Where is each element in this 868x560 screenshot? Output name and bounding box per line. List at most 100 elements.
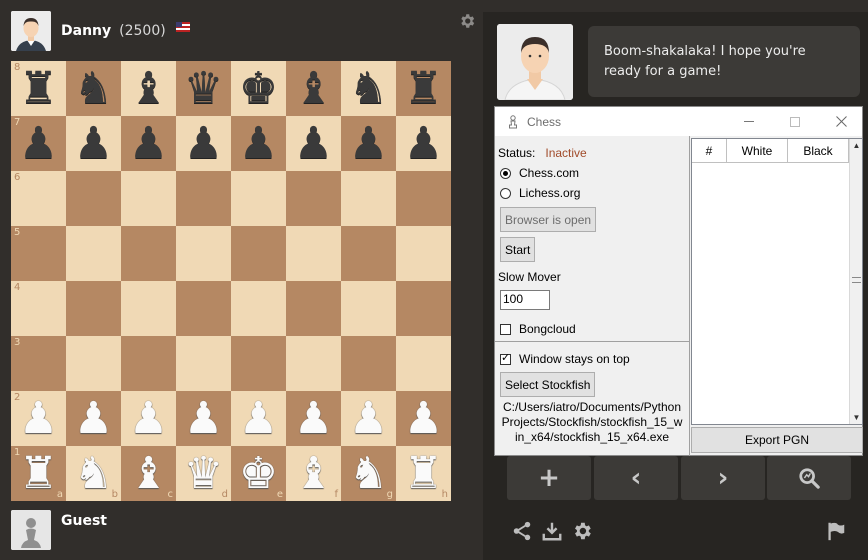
square-f5[interactable] xyxy=(286,226,341,281)
white-pawn-icon[interactable]: ♟ xyxy=(19,396,58,441)
top-player-name[interactable]: Danny xyxy=(61,23,111,39)
new-game-button[interactable]: + xyxy=(507,456,591,500)
table-scrollbar[interactable]: ▲ ▼ xyxy=(849,139,862,424)
square-d4[interactable] xyxy=(176,281,231,336)
square-c3[interactable] xyxy=(121,336,176,391)
window-titlebar[interactable]: Chess xyxy=(495,107,862,136)
square-e6[interactable] xyxy=(231,171,286,226)
square-d5[interactable] xyxy=(176,226,231,281)
square-f8[interactable]: ♝ xyxy=(286,61,341,116)
black-pawn-icon[interactable]: ♟ xyxy=(74,121,113,166)
square-h2[interactable]: ♟ xyxy=(396,391,451,446)
square-e8[interactable]: ♚ xyxy=(231,61,286,116)
square-b6[interactable] xyxy=(66,171,121,226)
square-b4[interactable] xyxy=(66,281,121,336)
black-pawn-icon[interactable]: ♟ xyxy=(349,121,388,166)
square-d7[interactable]: ♟ xyxy=(176,116,231,171)
on-top-checkbox-row[interactable]: Window stays on top xyxy=(500,351,630,366)
square-e1[interactable]: e ♚ xyxy=(231,446,286,501)
square-h3[interactable] xyxy=(396,336,451,391)
square-h4[interactable] xyxy=(396,281,451,336)
black-queen-icon[interactable]: ♛ xyxy=(184,66,223,111)
black-pawn-icon[interactable]: ♟ xyxy=(404,121,443,166)
minimize-button[interactable] xyxy=(726,107,772,136)
square-e5[interactable] xyxy=(231,226,286,281)
white-rook-icon[interactable]: ♜ xyxy=(19,451,58,496)
analysis-button[interactable] xyxy=(767,456,851,500)
white-pawn-icon[interactable]: ♟ xyxy=(129,396,168,441)
white-king-icon[interactable]: ♚ xyxy=(239,451,278,496)
white-pawn-icon[interactable]: ♟ xyxy=(74,396,113,441)
square-g8[interactable]: ♞ xyxy=(341,61,396,116)
column-header-number[interactable]: # xyxy=(692,139,727,163)
square-e7[interactable]: ♟ xyxy=(231,116,286,171)
column-header-black[interactable]: Black xyxy=(788,139,849,163)
square-g1[interactable]: g ♞ xyxy=(341,446,396,501)
square-h5[interactable] xyxy=(396,226,451,281)
bottom-player-avatar[interactable] xyxy=(11,510,51,550)
black-bishop-icon[interactable]: ♝ xyxy=(294,66,333,111)
square-h1[interactable]: h ♜ xyxy=(396,446,451,501)
scroll-grip-icon[interactable] xyxy=(852,277,861,283)
black-pawn-icon[interactable]: ♟ xyxy=(19,121,58,166)
moves-table[interactable]: # White Black ▲ ▼ xyxy=(691,138,863,425)
square-c6[interactable] xyxy=(121,171,176,226)
square-c4[interactable] xyxy=(121,281,176,336)
square-e4[interactable] xyxy=(231,281,286,336)
square-h8[interactable]: ♜ xyxy=(396,61,451,116)
black-rook-icon[interactable]: ♜ xyxy=(19,66,58,111)
square-a3[interactable]: 3 xyxy=(11,336,66,391)
chess-board[interactable]: 8 ♜ ♞ ♝ ♛ ♚ ♝ ♞ ♜ 7 ♟ ♟ ♟ ♟ ♟ ♟ ♟ ♟ 6 5 4 3 2 ♟ ♟ ♟ ♟ ♟ ♟ ♟ ♟ 1 a ♜ b ♞ c ♝ d ♛… xyxy=(11,61,451,501)
square-a1[interactable]: 1 a ♜ xyxy=(11,446,66,501)
white-pawn-icon[interactable]: ♟ xyxy=(239,396,278,441)
square-f3[interactable] xyxy=(286,336,341,391)
resign-flag-icon[interactable] xyxy=(825,520,847,542)
black-pawn-icon[interactable]: ♟ xyxy=(294,121,333,166)
square-f7[interactable]: ♟ xyxy=(286,116,341,171)
square-d2[interactable]: ♟ xyxy=(176,391,231,446)
scroll-down-icon[interactable]: ▼ xyxy=(852,413,861,422)
black-bishop-icon[interactable]: ♝ xyxy=(129,66,168,111)
square-g3[interactable] xyxy=(341,336,396,391)
white-rook-icon[interactable]: ♜ xyxy=(404,451,443,496)
white-bishop-icon[interactable]: ♝ xyxy=(129,451,168,496)
start-button[interactable]: Start xyxy=(500,237,536,262)
square-c1[interactable]: c ♝ xyxy=(121,446,176,501)
square-e3[interactable] xyxy=(231,336,286,391)
previous-move-button[interactable]: ‹ xyxy=(594,456,678,500)
square-c2[interactable]: ♟ xyxy=(121,391,176,446)
white-queen-icon[interactable]: ♛ xyxy=(184,451,223,496)
radio-lichess[interactable]: Lichess.org xyxy=(500,186,580,200)
square-g5[interactable] xyxy=(341,226,396,281)
square-f2[interactable]: ♟ xyxy=(286,391,341,446)
square-f6[interactable] xyxy=(286,171,341,226)
next-move-button[interactable]: › xyxy=(681,456,765,500)
black-knight-icon[interactable]: ♞ xyxy=(349,66,388,111)
square-b7[interactable]: ♟ xyxy=(66,116,121,171)
on-top-checkbox[interactable] xyxy=(500,351,511,365)
square-e2[interactable]: ♟ xyxy=(231,391,286,446)
square-b3[interactable] xyxy=(66,336,121,391)
settings-gear-icon[interactable] xyxy=(571,520,593,542)
square-d8[interactable]: ♛ xyxy=(176,61,231,116)
square-a7[interactable]: 7 ♟ xyxy=(11,116,66,171)
browser-open-button[interactable]: Browser is open xyxy=(500,207,597,232)
square-g6[interactable] xyxy=(341,171,396,226)
top-player-avatar[interactable] xyxy=(11,11,51,51)
black-king-icon[interactable]: ♚ xyxy=(239,66,278,111)
square-b1[interactable]: b ♞ xyxy=(66,446,121,501)
export-pgn-button[interactable]: Export PGN xyxy=(691,427,863,453)
square-c7[interactable]: ♟ xyxy=(121,116,176,171)
square-a8[interactable]: 8 ♜ xyxy=(11,61,66,116)
white-knight-icon[interactable]: ♞ xyxy=(349,451,388,496)
square-c5[interactable] xyxy=(121,226,176,281)
bottom-player-name[interactable]: Guest xyxy=(61,513,107,529)
square-d1[interactable]: d ♛ xyxy=(176,446,231,501)
share-icon[interactable] xyxy=(511,520,533,542)
radio-button[interactable] xyxy=(500,187,511,199)
settings-gear-icon[interactable] xyxy=(458,12,476,30)
black-rook-icon[interactable]: ♜ xyxy=(404,66,443,111)
white-pawn-icon[interactable]: ♟ xyxy=(349,396,388,441)
maximize-button[interactable] xyxy=(772,107,818,136)
column-header-white[interactable]: White xyxy=(727,139,788,163)
